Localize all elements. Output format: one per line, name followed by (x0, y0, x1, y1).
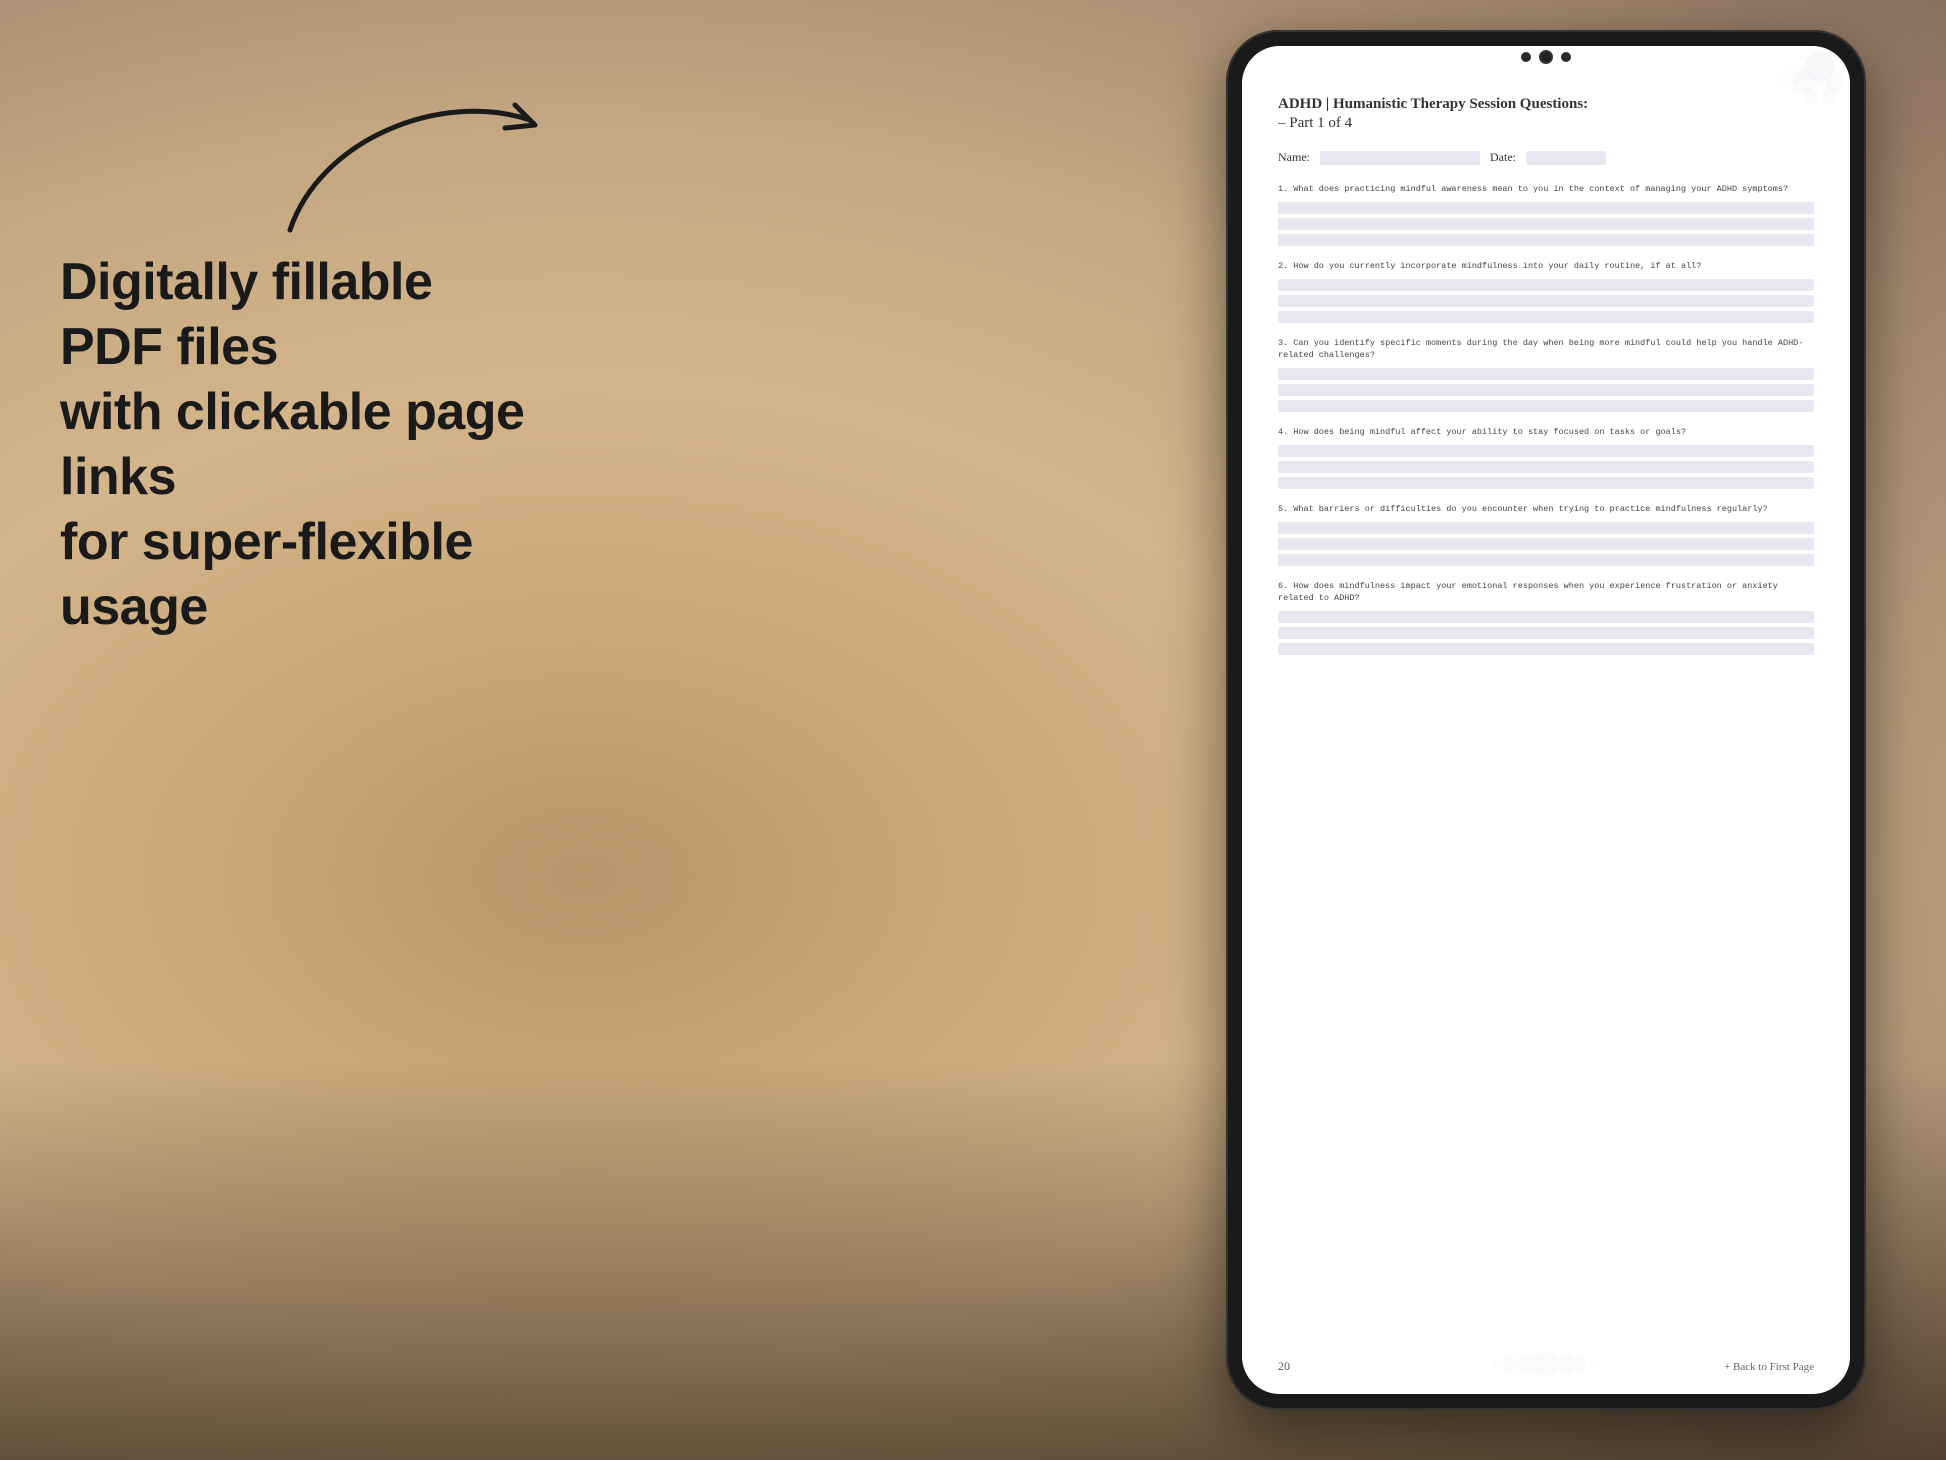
camera-dot-left (1521, 52, 1531, 62)
camera-dot-main (1539, 50, 1553, 64)
answer-line[interactable] (1278, 234, 1814, 246)
question-3-answer (1278, 368, 1814, 412)
answer-line[interactable] (1278, 400, 1814, 412)
answer-line[interactable] (1278, 522, 1814, 534)
floral-decoration-bottom (1446, 1334, 1646, 1394)
question-5: 5. What barriers or difficulties do you … (1278, 503, 1814, 566)
answer-line[interactable] (1278, 384, 1814, 396)
tablet-screen: ADHD | Humanistic Therapy Session Questi… (1242, 46, 1850, 1394)
answer-line[interactable] (1278, 477, 1814, 489)
answer-line[interactable] (1278, 295, 1814, 307)
camera-dot-right (1561, 52, 1571, 62)
name-field[interactable] (1320, 151, 1480, 165)
question-6-text: 6. How does mindfulness impact your emot… (1278, 580, 1814, 606)
question-5-text: 5. What barriers or difficulties do you … (1278, 503, 1814, 516)
answer-line[interactable] (1278, 627, 1814, 639)
date-label: Date: (1490, 150, 1516, 165)
answer-line[interactable] (1278, 279, 1814, 291)
answer-line[interactable] (1278, 202, 1814, 214)
answer-line[interactable] (1278, 461, 1814, 473)
back-to-first-page-link[interactable]: + Back to First Page (1724, 1361, 1814, 1373)
page-number: 20 (1278, 1359, 1290, 1374)
name-date-row: Name: Date: (1278, 150, 1814, 165)
question-4: 4. How does being mindful affect your ab… (1278, 426, 1814, 489)
question-4-text: 4. How does being mindful affect your ab… (1278, 426, 1814, 439)
pdf-subtitle: – Part 1 of 4 (1278, 115, 1814, 132)
answer-line[interactable] (1278, 311, 1814, 323)
question-6: 6. How does mindfulness impact your emot… (1278, 580, 1814, 656)
name-label: Name: (1278, 150, 1310, 165)
question-1-answer (1278, 202, 1814, 246)
answer-line[interactable] (1278, 554, 1814, 566)
arrow (260, 60, 560, 260)
question-6-answer (1278, 611, 1814, 655)
answer-line[interactable] (1278, 368, 1814, 380)
tablet: ADHD | Humanistic Therapy Session Questi… (1226, 30, 1866, 1410)
answer-line[interactable] (1278, 643, 1814, 655)
floral-decoration-top (1730, 46, 1850, 116)
date-field[interactable] (1526, 151, 1606, 165)
answer-line[interactable] (1278, 218, 1814, 230)
answer-line[interactable] (1278, 538, 1814, 550)
question-3: 3. Can you identify specific moments dur… (1278, 337, 1814, 413)
left-text-block: Digitally fillable PDF files with clicka… (60, 250, 540, 640)
question-4-answer (1278, 445, 1814, 489)
answer-line[interactable] (1278, 445, 1814, 457)
question-2-text: 2. How do you currently incorporate mind… (1278, 260, 1814, 273)
question-2-answer (1278, 279, 1814, 323)
question-3-text: 3. Can you identify specific moments dur… (1278, 337, 1814, 363)
tablet-camera (1521, 50, 1571, 64)
question-1: 1. What does practicing mindful awarenes… (1278, 183, 1814, 246)
question-1-text: 1. What does practicing mindful awarenes… (1278, 183, 1814, 196)
pdf-page: ADHD | Humanistic Therapy Session Questi… (1242, 46, 1850, 1394)
tablet-frame: ADHD | Humanistic Therapy Session Questi… (1226, 30, 1866, 1410)
marketing-text: Digitally fillable PDF files with clicka… (60, 250, 540, 640)
question-5-answer (1278, 522, 1814, 566)
answer-line[interactable] (1278, 611, 1814, 623)
question-2: 2. How do you currently incorporate mind… (1278, 260, 1814, 323)
